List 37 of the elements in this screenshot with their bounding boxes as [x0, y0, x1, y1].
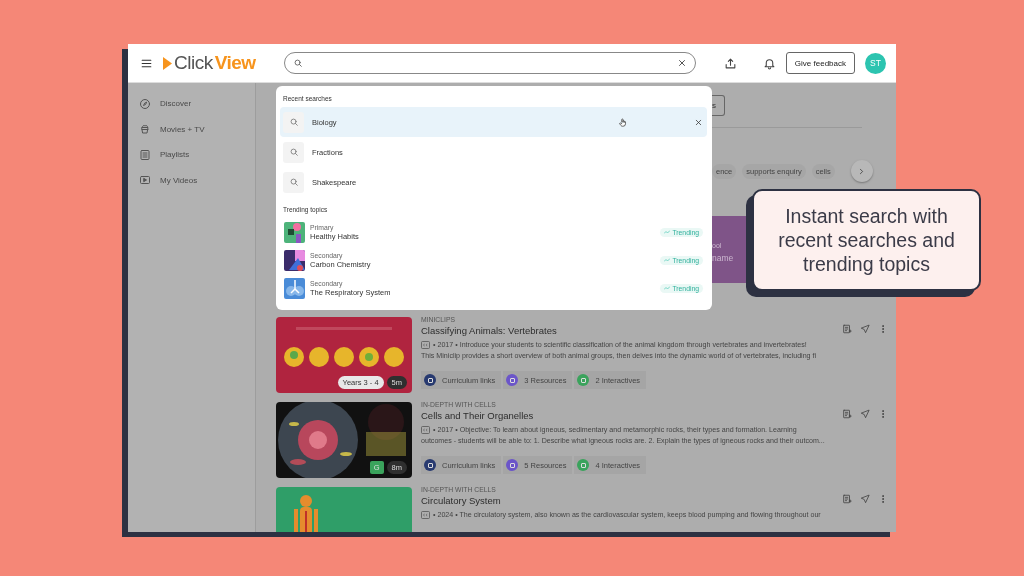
close-icon[interactable] — [676, 58, 687, 68]
captions-icon — [421, 341, 430, 349]
play-icon — [163, 56, 172, 70]
list-icon — [139, 148, 151, 161]
bell-icon[interactable] — [762, 56, 776, 70]
resource-icon — [506, 459, 519, 471]
card-text: name — [712, 253, 735, 263]
logo-text: View — [214, 52, 256, 74]
captions-icon — [421, 426, 430, 434]
sidebar-item[interactable]: My Videos — [128, 167, 255, 193]
list-add-icon[interactable] — [842, 409, 852, 419]
search-icon — [292, 58, 303, 68]
popcorn-icon — [139, 123, 151, 136]
sidebar-item[interactable]: Playlists — [128, 142, 255, 168]
video-title[interactable]: Cells and Their Organelles — [421, 410, 842, 421]
logo-text: Click — [174, 52, 213, 74]
interactive-icon — [577, 459, 590, 471]
upload-icon[interactable] — [723, 56, 737, 70]
interactive-icon — [577, 374, 590, 386]
send-icon[interactable] — [860, 409, 870, 419]
video-icon — [139, 174, 151, 187]
send-icon[interactable] — [860, 324, 870, 334]
video-title[interactable]: Circulatory System — [421, 495, 842, 506]
curriculum-icon — [424, 374, 436, 386]
feedback-button[interactable]: Give feedback — [785, 52, 855, 74]
captions-icon — [421, 511, 430, 519]
sidebar-item[interactable]: Discover — [128, 91, 255, 117]
hand-cursor-icon — [618, 116, 628, 128]
close-icon[interactable] — [694, 117, 703, 127]
curriculum-icon — [424, 459, 436, 471]
send-icon[interactable] — [860, 494, 870, 504]
list-add-icon[interactable] — [842, 494, 852, 504]
compass-icon — [139, 97, 151, 110]
list-add-icon[interactable] — [842, 324, 852, 334]
resource-icon — [506, 374, 519, 386]
sidebar-item[interactable]: Movies + TV — [128, 116, 255, 142]
video-title[interactable]: Classifying Animals: Vertebrates — [421, 325, 842, 336]
